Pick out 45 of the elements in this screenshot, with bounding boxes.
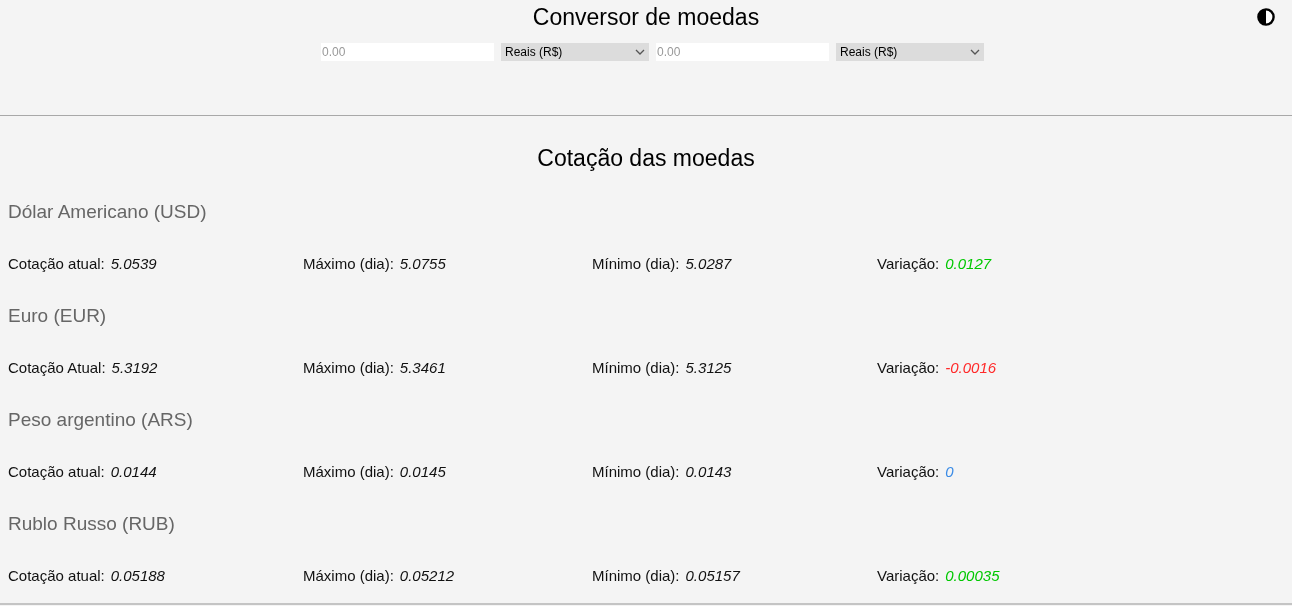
- stat-value: 0.0145: [399, 462, 446, 482]
- stat-label: Mínimo (dia):: [592, 462, 680, 482]
- stat-value: 0.00035: [945, 566, 1000, 586]
- stat-label: Cotação atual:: [8, 566, 105, 586]
- stat-label: Variação:: [877, 254, 940, 274]
- stat-value: 5.3461: [399, 358, 446, 378]
- currency-name: Dólar Americano (USD): [8, 200, 207, 224]
- stat-label: Mínimo (dia):: [592, 566, 680, 586]
- stat-label: Máximo (dia):: [303, 566, 394, 586]
- amount-input[interactable]: 0.00: [321, 43, 494, 61]
- stat-label: Máximo (dia):: [303, 462, 394, 482]
- chevron-down-icon: [635, 49, 645, 55]
- stat-value: 5.3192: [111, 358, 158, 378]
- stat-value: 0.05212: [399, 566, 455, 586]
- stat-label: Variação:: [877, 358, 940, 378]
- stat-label: Máximo (dia):: [303, 358, 394, 378]
- stat-value: 5.3125: [685, 358, 732, 378]
- stat-value: 0.05157: [685, 566, 740, 586]
- stat-value: 5.0539: [110, 254, 157, 274]
- stat-value: 0.05188: [110, 566, 165, 586]
- stat-label: Variação:: [877, 462, 940, 482]
- stat-value: -0.0016: [945, 358, 997, 378]
- stat-value: 0.0143: [685, 462, 732, 482]
- stat-label: Cotação atual:: [8, 462, 105, 482]
- stat-label: Variação:: [877, 566, 940, 586]
- chevron-down-icon: [970, 49, 980, 55]
- currency-name: Euro (EUR): [8, 304, 107, 328]
- stat-label: Cotação Atual:: [8, 358, 106, 378]
- section-title: Cotação das moedas: [536, 146, 756, 170]
- stat-value: 5.0755: [399, 254, 446, 274]
- contrast-toggle-icon[interactable]: [1257, 8, 1275, 26]
- stat-label: Cotação atual:: [8, 254, 105, 274]
- amount-input[interactable]: 0.00: [656, 43, 829, 61]
- stat-label: Mínimo (dia):: [592, 358, 680, 378]
- currency-name: Rublo Russo (RUB): [8, 512, 175, 536]
- currency-select[interactable]: Reais (R$): [836, 43, 984, 61]
- currency-name: Peso argentino (ARS): [8, 408, 193, 432]
- stat-label: Mínimo (dia):: [592, 254, 680, 274]
- stat-value: 0.0144: [110, 462, 157, 482]
- stat-value: 0: [945, 462, 954, 482]
- page-title: Conversor de moedas: [532, 3, 760, 31]
- stat-value: 0.0127: [945, 254, 992, 274]
- stat-value: 5.0287: [685, 254, 732, 274]
- currency-select[interactable]: Reais (R$): [501, 43, 649, 61]
- stat-label: Máximo (dia):: [303, 254, 394, 274]
